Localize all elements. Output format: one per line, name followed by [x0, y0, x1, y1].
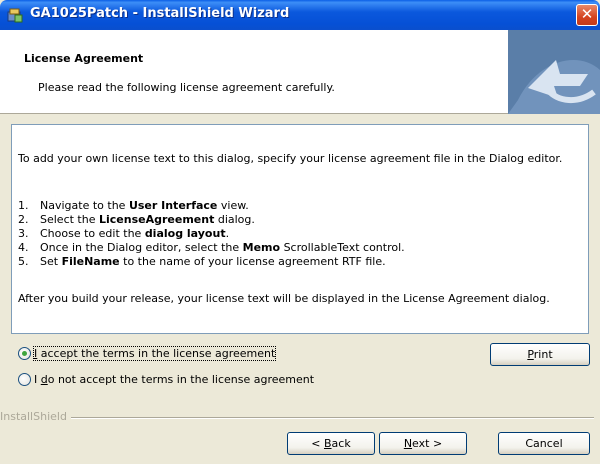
cancel-button[interactable]: Cancel — [498, 432, 590, 455]
list-item: 3. Choose to edit the dialog layout. — [18, 227, 230, 240]
back-button[interactable]: < Back — [287, 432, 375, 455]
print-button[interactable]: Print — [490, 343, 590, 366]
header-panel: License Agreement Please read the follow… — [0, 30, 600, 114]
list-item: 1. Navigate to the User Interface view. — [18, 199, 249, 212]
next-button[interactable]: Next > — [379, 432, 467, 455]
list-item: 5. Set FileName to the name of your licen… — [18, 255, 386, 268]
license-text-box[interactable]: To add your own license text to this dia… — [11, 124, 589, 334]
radio-checked-icon[interactable] — [18, 347, 31, 360]
installshield-brand: InstallShield — [0, 410, 71, 423]
page-subtitle: Please read the following license agreem… — [38, 81, 335, 94]
divider — [0, 417, 594, 419]
window-title: GA1025Patch - InstallShield Wizard — [30, 6, 290, 21]
license-outro: After you build your release, your licen… — [18, 292, 550, 305]
installer-icon — [7, 8, 23, 23]
brand-separator: InstallShield — [0, 410, 600, 424]
installshield-logo-icon — [508, 30, 600, 114]
accept-terms-label[interactable]: I accept the terms in the license agreem… — [32, 346, 277, 361]
license-steps-list: 1. Navigate to the User Interface view. 2… — [18, 199, 405, 269]
license-intro: To add your own license text to this dia… — [18, 152, 563, 165]
list-item: 2. Select the LicenseAgreement dialog. — [18, 213, 255, 226]
list-item: 4. Once in the Dialog editor, select the … — [18, 241, 405, 254]
page-title: License Agreement — [24, 52, 144, 65]
title-bar[interactable]: GA1025Patch - InstallShield Wizard ✕ — [0, 0, 600, 30]
close-button[interactable]: ✕ — [576, 4, 598, 26]
decline-terms-label[interactable]: I do not accept the terms in the license… — [34, 373, 314, 386]
accept-terms-radio[interactable]: I accept the terms in the license agreem… — [18, 346, 277, 361]
radio-unchecked-icon[interactable] — [18, 373, 31, 386]
decline-terms-radio[interactable]: I do not accept the terms in the license… — [18, 373, 314, 386]
